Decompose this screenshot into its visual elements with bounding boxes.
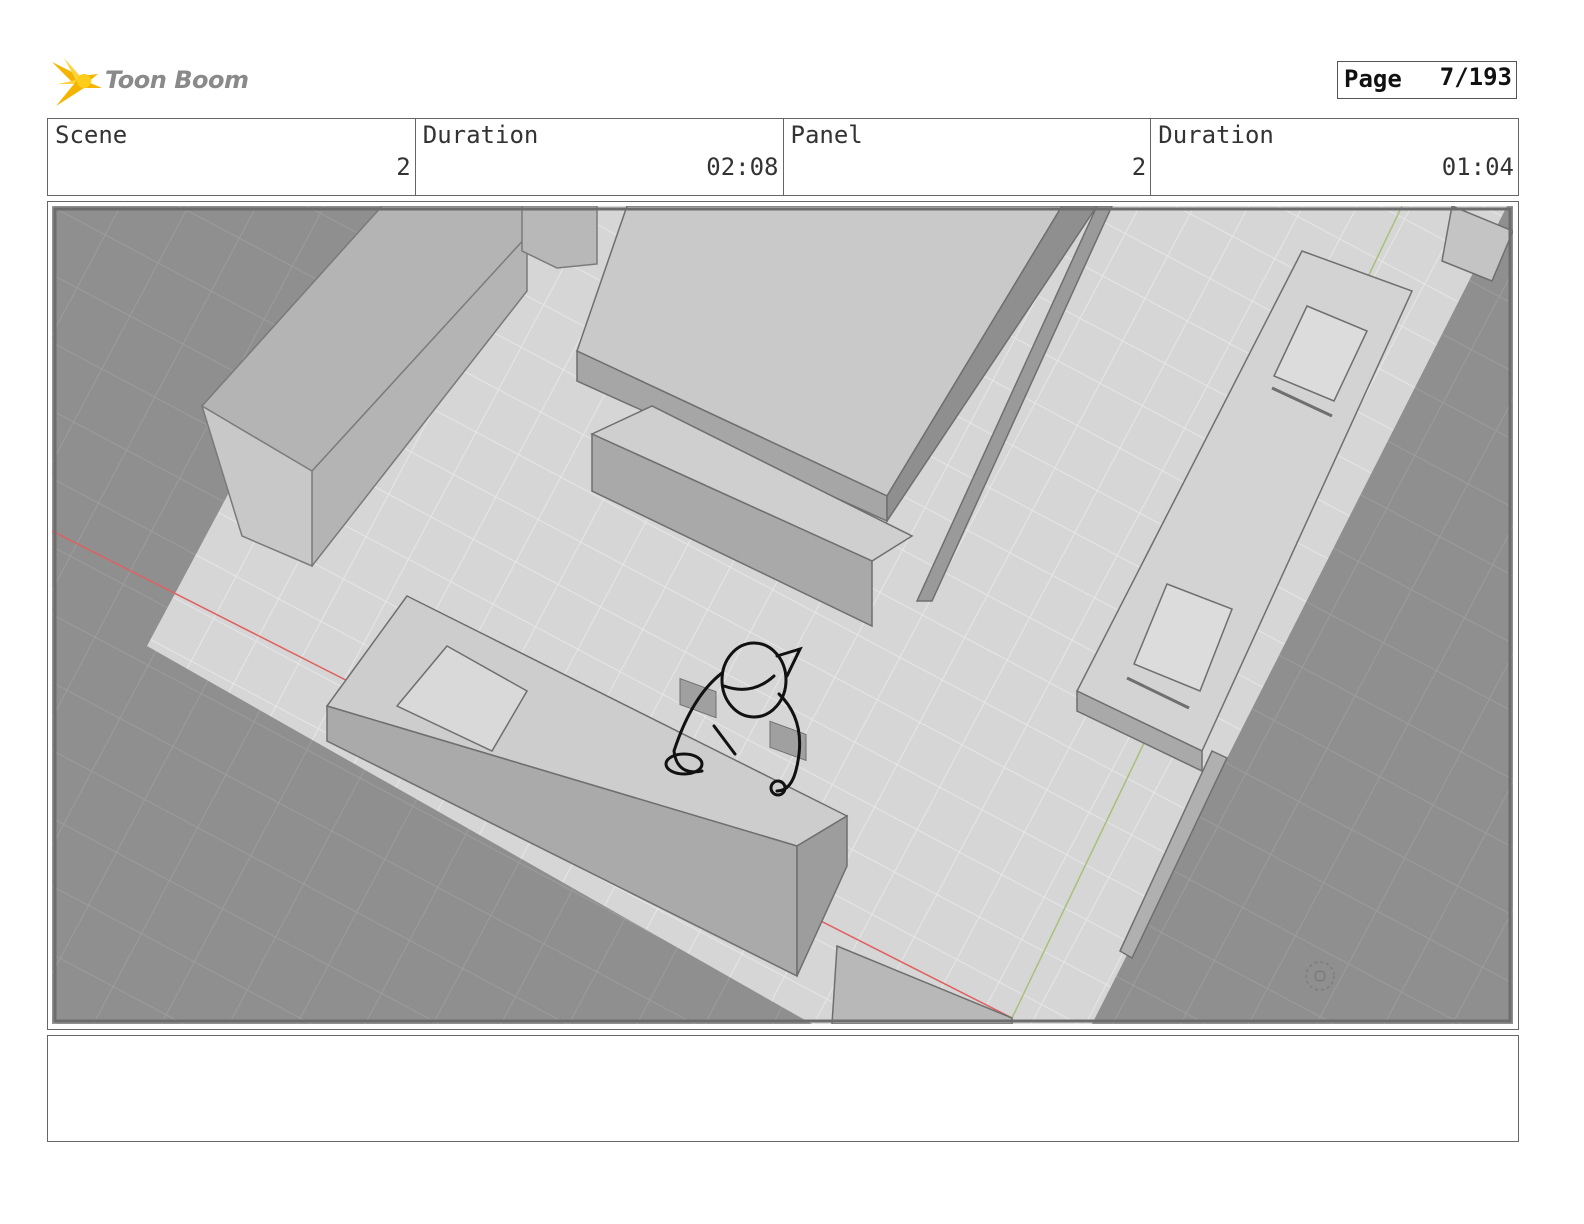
scene-duration-label: Duration <box>422 121 539 149</box>
page-number: 7/193 <box>1439 63 1512 91</box>
panel-info-row: Scene 2 Duration 02:08 Panel 2 Duration … <box>47 118 1519 196</box>
page-label: Page <box>1344 65 1402 93</box>
panel-label: Panel <box>790 121 863 149</box>
scene-cell: Scene 2 <box>48 119 416 195</box>
storyboard-image-frame <box>47 201 1519 1030</box>
logo-text: Toon Boom <box>105 66 249 94</box>
panel-notes-box <box>47 1035 1519 1142</box>
panel-cell: Panel 2 <box>784 119 1152 195</box>
toon-boom-logo: Toon Boom <box>50 54 250 110</box>
panel-duration-label: Duration <box>1158 121 1274 149</box>
scene-duration-value: 02:08 <box>706 153 779 181</box>
scene-duration-cell: Duration 02:08 <box>416 119 784 195</box>
panel-duration-cell: Duration 01:04 <box>1151 119 1518 195</box>
scene-value: 2 <box>396 153 411 181</box>
starburst-logo-icon <box>52 58 102 106</box>
page-indicator: Page 7/193 <box>1337 61 1517 99</box>
panel-value: 2 <box>1131 153 1147 181</box>
panel-duration-value: 01:04 <box>1441 153 1514 181</box>
storyboard-3d-scene <box>52 206 1513 1024</box>
scene-label: Scene <box>55 121 128 149</box>
